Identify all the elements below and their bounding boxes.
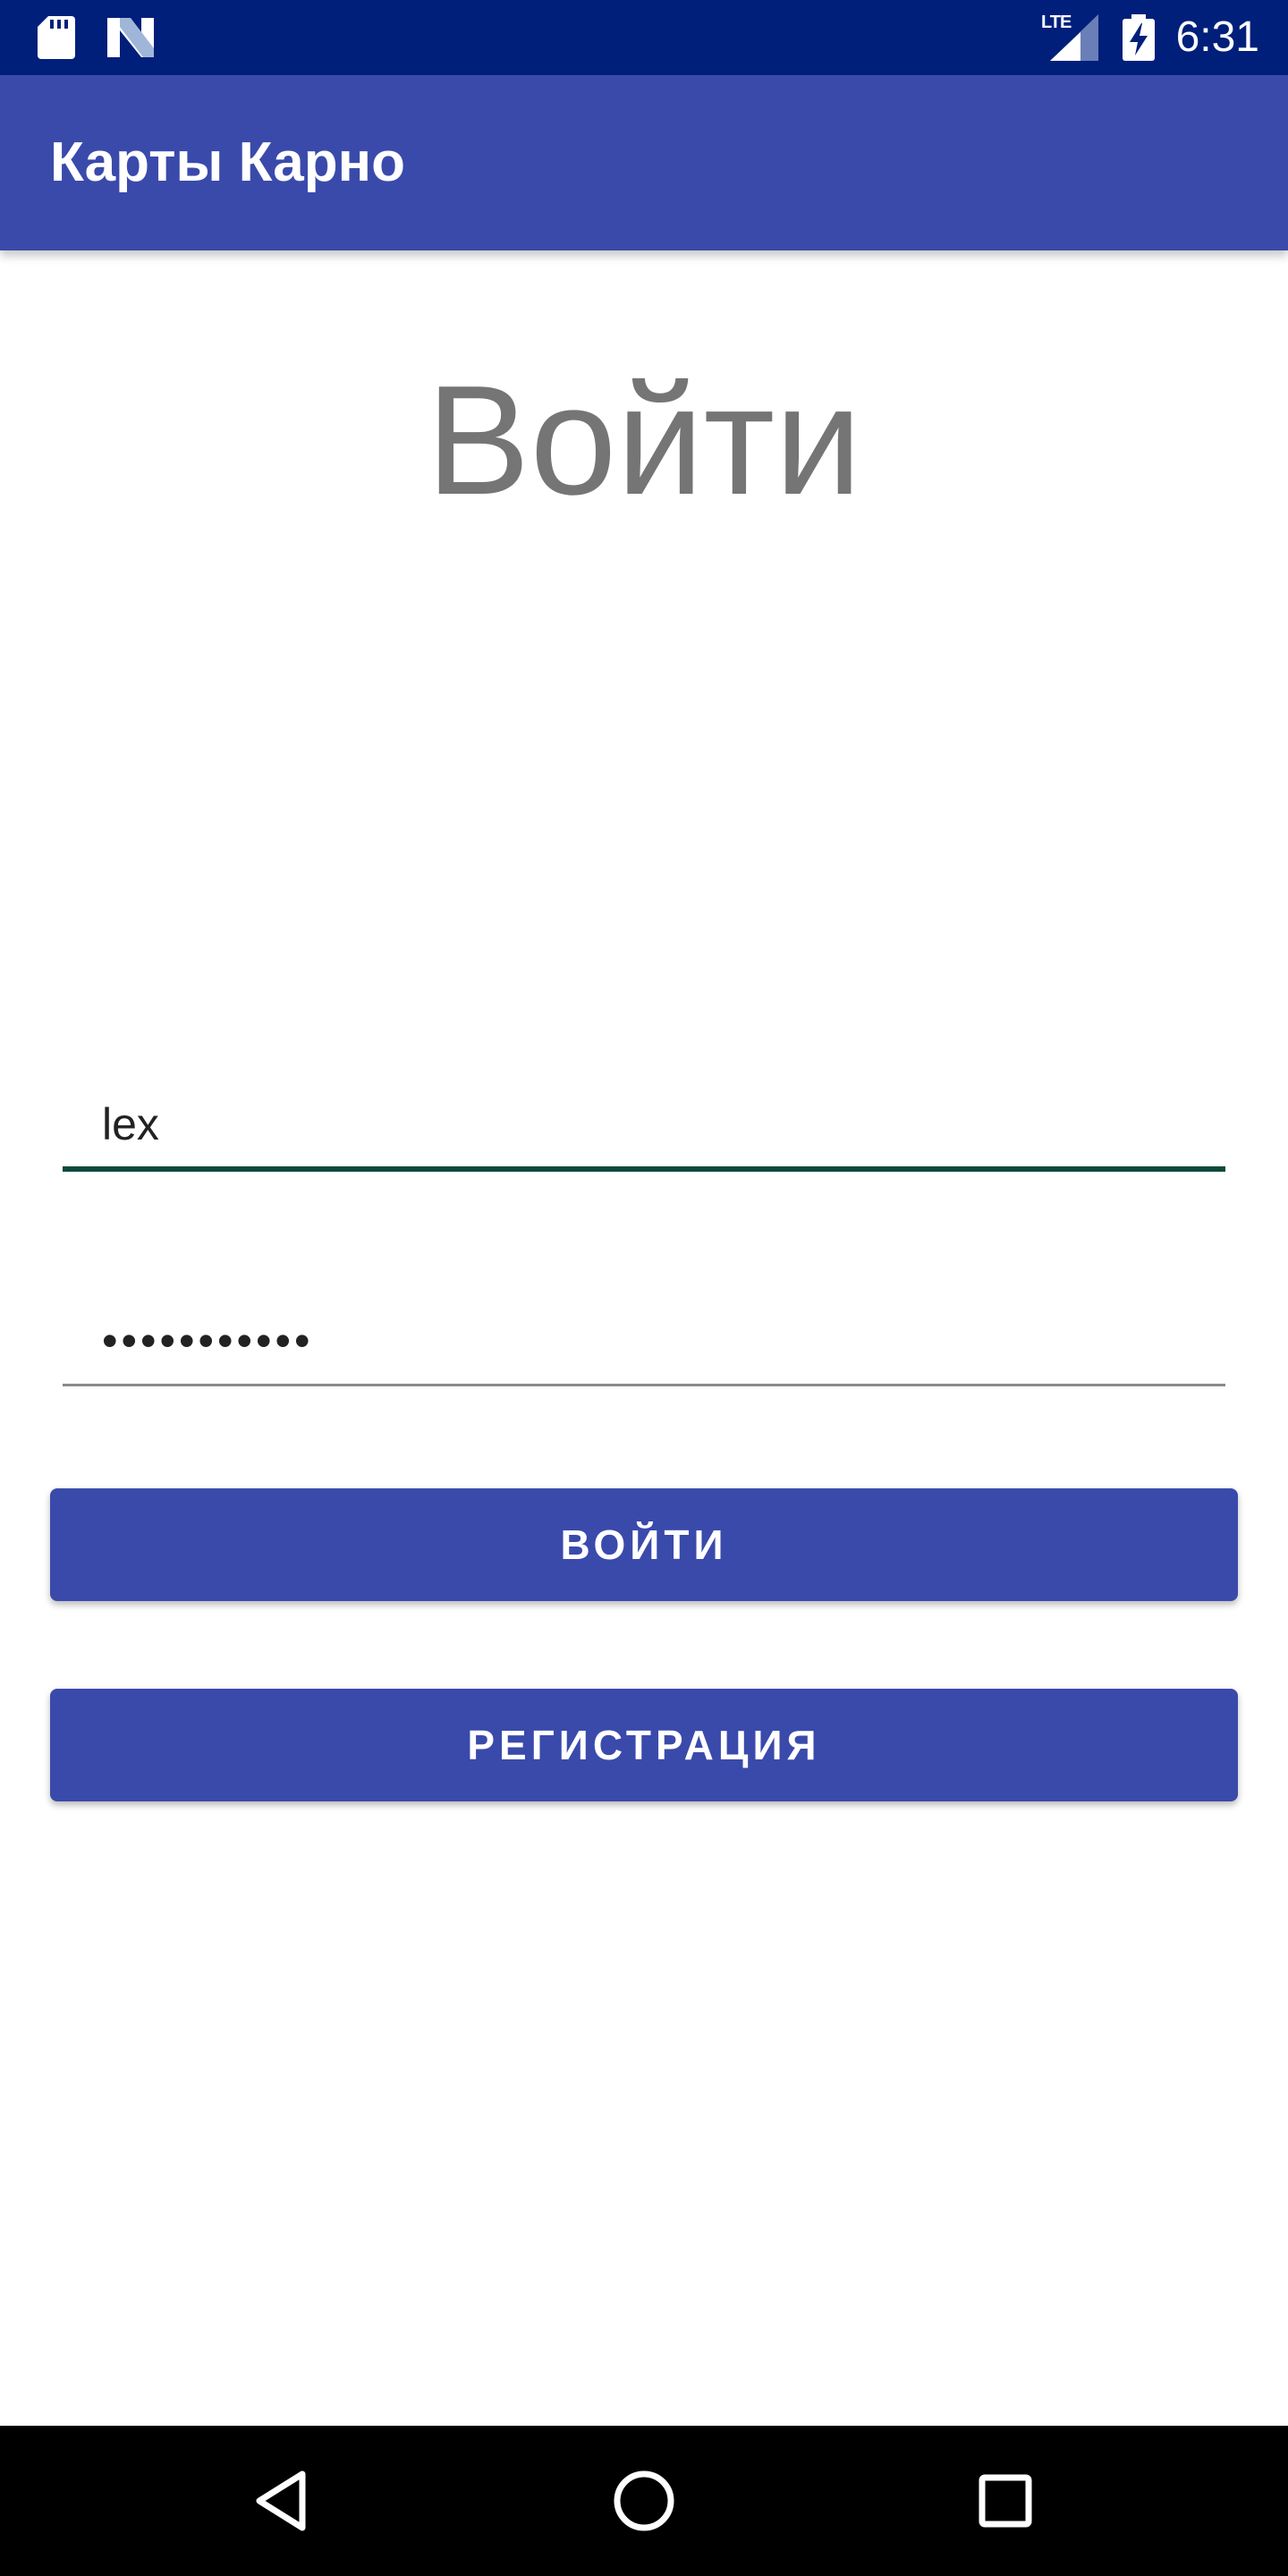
battery-charging-icon — [1123, 14, 1155, 61]
navigation-bar — [0, 2426, 1288, 2576]
home-icon[interactable] — [599, 2456, 689, 2546]
login-button[interactable]: ВОЙТИ — [50, 1488, 1238, 1601]
page-heading: Войти — [426, 352, 862, 527]
register-button[interactable]: РЕГИСТРАЦИЯ — [50, 1689, 1238, 1801]
recent-apps-icon[interactable] — [961, 2456, 1050, 2546]
lte-signal-icon — [1050, 14, 1098, 61]
app-bar: Карты Карно — [0, 75, 1288, 250]
username-field[interactable] — [63, 1082, 1225, 1172]
status-bar: LTE 6:31 — [0, 0, 1288, 75]
password-input[interactable] — [63, 1297, 1225, 1386]
status-time: 6:31 — [1175, 13, 1259, 61]
password-field[interactable] — [63, 1297, 1225, 1386]
n-notification-icon — [107, 18, 154, 57]
sd-card-icon — [38, 16, 75, 59]
app-title: Карты Карно — [50, 131, 405, 193]
username-input[interactable] — [63, 1082, 1225, 1172]
back-icon[interactable] — [240, 2456, 329, 2546]
